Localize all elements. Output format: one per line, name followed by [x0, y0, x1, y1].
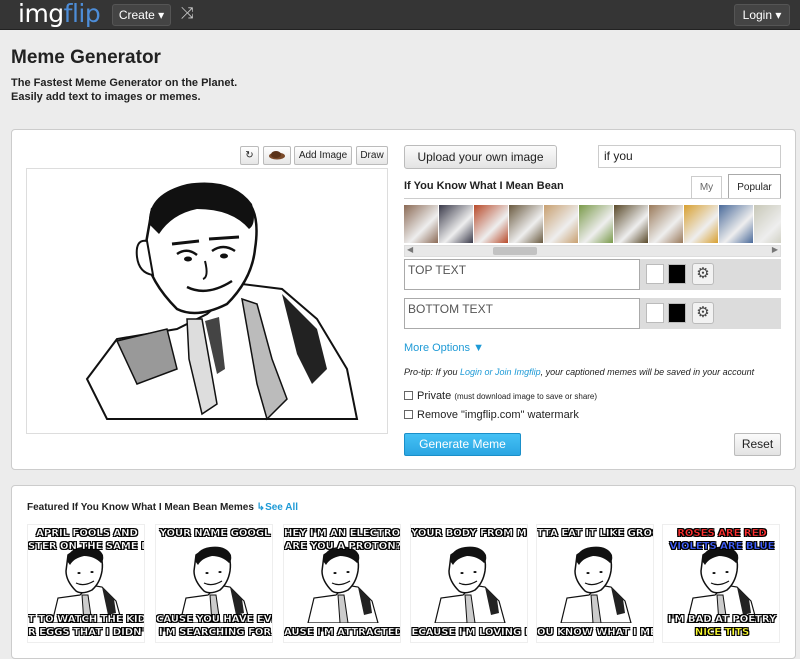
template-thumbnail[interactable]	[649, 205, 683, 243]
meme-top-caption-line-2: ARE YOU A PROTON?	[284, 541, 401, 552]
gear-icon[interactable]: ⚙	[692, 263, 714, 285]
meme-bottom-caption-line-2: R EGGS THAT I DIDN'T HI	[28, 627, 145, 638]
scrollbar-thumb[interactable]	[493, 247, 537, 255]
meme-bottom-caption: OU KNOW WHAT I ME	[537, 627, 654, 638]
more-options-link[interactable]: More Options ▼	[404, 342, 484, 354]
meme-top-caption: HEY I'M AN ELECTRON	[284, 528, 401, 539]
tagline-line-1: The Fastest Meme Generator on the Planet…	[11, 77, 238, 89]
private-option[interactable]: Private (must download image to save or …	[404, 390, 597, 402]
see-all-link[interactable]: ↳See All	[257, 502, 298, 513]
upload-image-button[interactable]: Upload your own image	[404, 145, 557, 169]
template-thumbnail[interactable]	[509, 205, 543, 243]
tagline-line-2: Easily add text to images or memes.	[11, 91, 201, 103]
watermark-label: Remove "imgflip.com" watermark	[417, 409, 579, 421]
meme-bottom-caption-line-2: NICE TITS	[694, 627, 750, 638]
watermark-checkbox[interactable]	[404, 410, 413, 419]
featured-meme[interactable]: HEY I'M AN ELECTRON ARE YOU A PROTON? AUSE…	[283, 524, 401, 643]
bottom-text-row: BOTTOM TEXT ⚙	[404, 298, 781, 329]
meme-bottom-caption-line-2: I'M SEARCHING FOR	[158, 627, 272, 638]
meme-template-image	[85, 182, 359, 421]
featured-meme[interactable]: TTA EAT IT LIKE GROCER OU KNOW WHAT I ME	[536, 524, 654, 643]
see-all-arrow-icon: ↳	[256, 502, 266, 513]
meme-top-caption: TTA EAT IT LIKE GROCER	[537, 528, 653, 539]
template-search-input[interactable]: if you	[598, 145, 781, 168]
meme-top-caption-line-2: VIOLETS ARE BLUE	[669, 541, 775, 552]
reset-button[interactable]: Reset	[734, 433, 781, 456]
meme-bottom-caption: ECAUSE I'M LOVING I	[411, 627, 528, 638]
tab-popular[interactable]: Popular	[728, 174, 781, 199]
generate-meme-button[interactable]: Generate Meme	[404, 433, 521, 456]
shuffle-icon[interactable]: ⤨	[181, 5, 194, 23]
featured-title-text: Featured If You Know What I Mean Bean Me…	[27, 502, 254, 513]
featured-heading: Featured If You Know What I Mean Bean Me…	[27, 502, 298, 513]
logo-text-img: img	[18, 0, 64, 28]
private-checkbox[interactable]	[404, 391, 413, 400]
protip-text: Pro-tip: If you Login or Join Imgflip, y…	[404, 367, 754, 377]
template-thumbnail[interactable]	[544, 205, 578, 243]
template-thumbnail[interactable]	[474, 205, 508, 243]
template-thumbnail[interactable]	[719, 205, 753, 243]
featured-meme[interactable]: YOUR BODY FROM MCDONALD ECAUSE I'M LOVING…	[410, 524, 528, 643]
top-text-input[interactable]: TOP TEXT	[404, 259, 640, 290]
login-menu-button[interactable]: Login ▾	[734, 4, 790, 26]
create-menu-button[interactable]: Create ▾	[112, 4, 171, 26]
meme-top-caption: YOUR NAME GOOGL	[159, 528, 271, 539]
meme-bottom-caption: I'M BAD AT POETRY	[667, 614, 777, 625]
bottom-text-outline-swatch[interactable]	[668, 303, 686, 323]
meme-canvas[interactable]	[26, 168, 388, 434]
see-all-label: See All	[265, 502, 299, 513]
gear-icon[interactable]: ⚙	[692, 302, 714, 324]
meme-bottom-caption: CAUSE YOU HAVE EVERYTH	[156, 614, 272, 625]
imgflip-logo[interactable]: imgflip	[18, 0, 101, 28]
private-label: Private	[417, 390, 452, 402]
meme-image	[51, 546, 123, 623]
top-nav-bar: imgflip Create ▾ ⤨ Login ▾	[0, 0, 800, 30]
bottom-text-input[interactable]: BOTTOM TEXT	[404, 298, 640, 329]
thumbnail-scrollbar[interactable]: ◀ ▶	[404, 245, 781, 257]
rotate-icon[interactable]: ↻	[240, 146, 259, 165]
bottom-text-color-swatch[interactable]	[646, 303, 664, 323]
draw-button[interactable]: Draw	[356, 146, 388, 165]
template-thumbnail-strip	[404, 205, 781, 243]
protip-prefix: Pro-tip: If you	[404, 367, 461, 377]
meme-image	[179, 546, 251, 623]
page-title: Meme Generator	[11, 47, 161, 68]
featured-meme[interactable]: APRIL FOOLS AND STER ON THE SAME D T TO WA…	[27, 524, 145, 643]
meme-image	[686, 546, 758, 623]
login-join-link[interactable]: Login or Join Imgflip	[460, 367, 541, 377]
meme-bottom-caption: AUSE I'M ATTRACTED TO Y	[284, 627, 401, 638]
tagline: The Fastest Meme Generator on the Planet…	[11, 76, 237, 104]
tab-my[interactable]: My	[691, 176, 722, 198]
template-thumbnail[interactable]	[439, 205, 473, 243]
add-image-button[interactable]: Add Image	[294, 146, 352, 165]
scroll-left-icon[interactable]: ◀	[407, 245, 413, 254]
protip-suffix: , your captioned memes will be saved in …	[540, 367, 755, 377]
template-thumbnail[interactable]	[684, 205, 718, 243]
template-thumbnail[interactable]	[579, 205, 613, 243]
logo-text-flip: flip	[63, 0, 101, 28]
template-thumbnail[interactable]	[404, 205, 438, 243]
hat-icon	[269, 151, 285, 160]
meme-top-caption: APRIL FOOLS AND	[36, 528, 138, 539]
template-name: If You Know What I Mean Bean	[404, 180, 564, 192]
featured-meme[interactable]: YOUR NAME GOOGL CAUSE YOU HAVE EVERYTH I'M…	[155, 524, 273, 643]
scumbag-hat-button[interactable]	[263, 146, 291, 165]
meme-top-caption-line-2: STER ON THE SAME D	[28, 541, 145, 552]
meme-image	[560, 546, 632, 623]
top-text-row: TOP TEXT ⚙	[404, 259, 781, 290]
template-thumbnail[interactable]	[614, 205, 648, 243]
template-thumbnail[interactable]	[754, 205, 781, 243]
tab-divider	[404, 198, 781, 199]
private-note: (must download image to save or share)	[454, 392, 598, 401]
meme-top-caption: YOUR BODY FROM MCDONALD	[411, 528, 527, 539]
meme-image	[307, 546, 379, 623]
watermark-option[interactable]: Remove "imgflip.com" watermark	[404, 409, 579, 421]
featured-meme[interactable]: ROSES ARE RED VIOLETS ARE BLUE I'M BAD AT …	[662, 524, 780, 643]
scroll-right-icon[interactable]: ▶	[772, 245, 778, 254]
meme-image	[434, 546, 506, 623]
top-text-color-swatch[interactable]	[646, 264, 664, 284]
meme-top-caption: ROSES ARE RED	[677, 528, 767, 539]
meme-bottom-caption: T TO WATCH THE KIDS LO	[28, 614, 144, 625]
top-text-outline-swatch[interactable]	[668, 264, 686, 284]
